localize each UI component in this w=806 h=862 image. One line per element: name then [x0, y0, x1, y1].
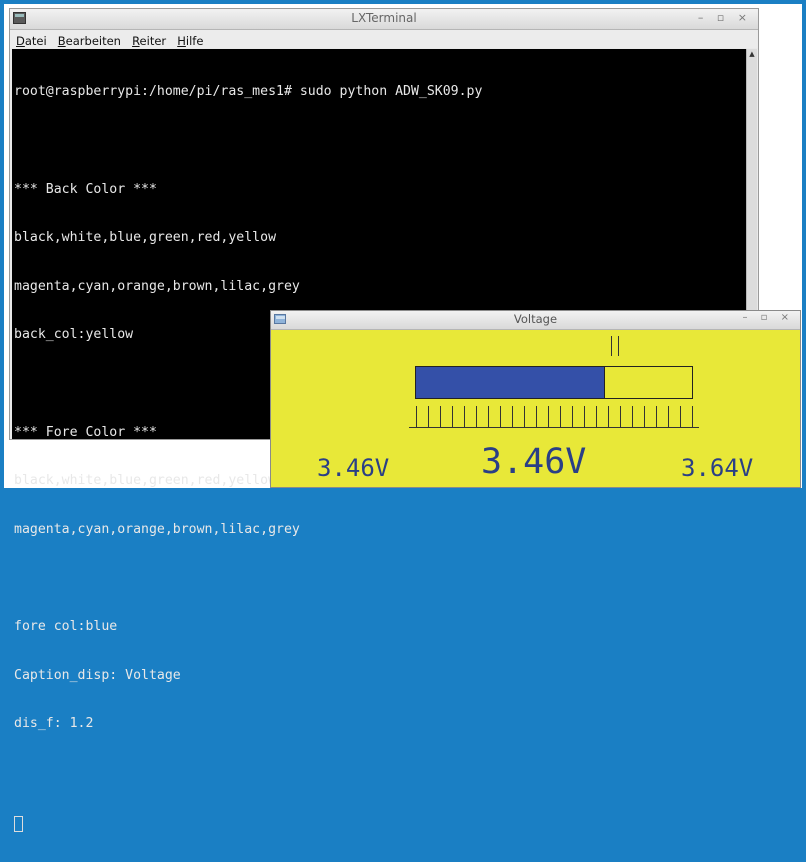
voltage-scale-tick	[560, 406, 561, 428]
voltage-scale-tick	[512, 406, 513, 428]
voltage-scale-tick	[596, 406, 597, 428]
terminal-line: root@raspberrypi:/home/pi/ras_mes1# sudo…	[14, 84, 483, 100]
terminal-line: fore col:blue	[14, 618, 118, 634]
voltage-scale-tick	[488, 406, 489, 428]
voltage-title: Voltage	[513, 312, 558, 326]
voltage-scale-tick	[464, 406, 465, 428]
voltage-scale-tick	[680, 406, 681, 428]
voltage-scale-tick	[476, 406, 477, 428]
terminal-line: *** Back Color ***	[14, 181, 157, 197]
voltage-scale-tick	[608, 406, 609, 428]
terminal-line: black,white,blue,green,red,yellow	[14, 230, 277, 246]
terminal-title: LXTerminal	[351, 11, 417, 25]
terminal-titlebar[interactable]: LXTerminal – ▫ ×	[10, 9, 758, 30]
terminal-line: magenta,cyan,orange,brown,lilac,grey	[14, 278, 300, 294]
voltage-scale-ticks	[416, 406, 693, 428]
voltage-window-controls[interactable]: – ▫ ×	[742, 312, 794, 323]
voltage-scale-tick	[572, 406, 573, 428]
terminal-menubar: Datei Bearbeiten Reiter Hilfe	[10, 30, 758, 48]
voltage-scale-baseline	[409, 427, 699, 428]
voltage-window: Voltage – ▫ × 3.46V 3.46V 3.64V	[270, 310, 801, 488]
terminal-line: Caption_disp: Voltage	[14, 667, 181, 683]
voltage-scale-tick	[692, 406, 693, 428]
voltage-scale-tick	[452, 406, 453, 428]
voltage-min-label: 3.46V	[317, 454, 390, 482]
terminal-line: dis_f: 1.2	[14, 716, 94, 732]
voltage-scale-tick	[656, 406, 657, 428]
menu-hilfe[interactable]: Hilfe	[177, 34, 203, 48]
voltage-current-value: 3.46V	[481, 442, 587, 482]
voltage-scale-tick	[524, 406, 525, 428]
scroll-up-arrow-icon[interactable]: ▲	[747, 49, 757, 60]
voltage-scale-tick	[440, 406, 441, 428]
voltage-scale-tick	[668, 406, 669, 428]
voltage-scale-tick	[584, 406, 585, 428]
voltage-scale-tick	[548, 406, 549, 428]
voltage-titlebar[interactable]: Voltage – ▫ ×	[271, 311, 800, 330]
voltage-scale-tick	[644, 406, 645, 428]
voltage-scale-tick	[500, 406, 501, 428]
voltage-peak-marker	[611, 336, 619, 356]
voltage-bar-track	[415, 366, 693, 399]
voltage-scale-tick	[620, 406, 621, 428]
terminal-line: magenta,cyan,orange,brown,lilac,grey	[14, 521, 300, 537]
voltage-scale-tick	[416, 406, 417, 428]
menu-datei[interactable]: Datei	[16, 34, 47, 48]
menu-reiter[interactable]: Reiter	[132, 34, 166, 48]
voltage-scale-tick	[632, 406, 633, 428]
voltage-max-label: 3.64V	[681, 454, 754, 482]
menu-bearbeiten[interactable]: Bearbeiten	[58, 34, 121, 48]
terminal-cursor-line	[14, 813, 746, 833]
terminal-window-controls[interactable]: – ▫ ×	[698, 11, 752, 24]
voltage-bar-fill	[416, 367, 605, 398]
voltage-scale-tick	[428, 406, 429, 428]
voltage-scale-tick	[536, 406, 537, 428]
terminal-cursor	[14, 816, 23, 833]
